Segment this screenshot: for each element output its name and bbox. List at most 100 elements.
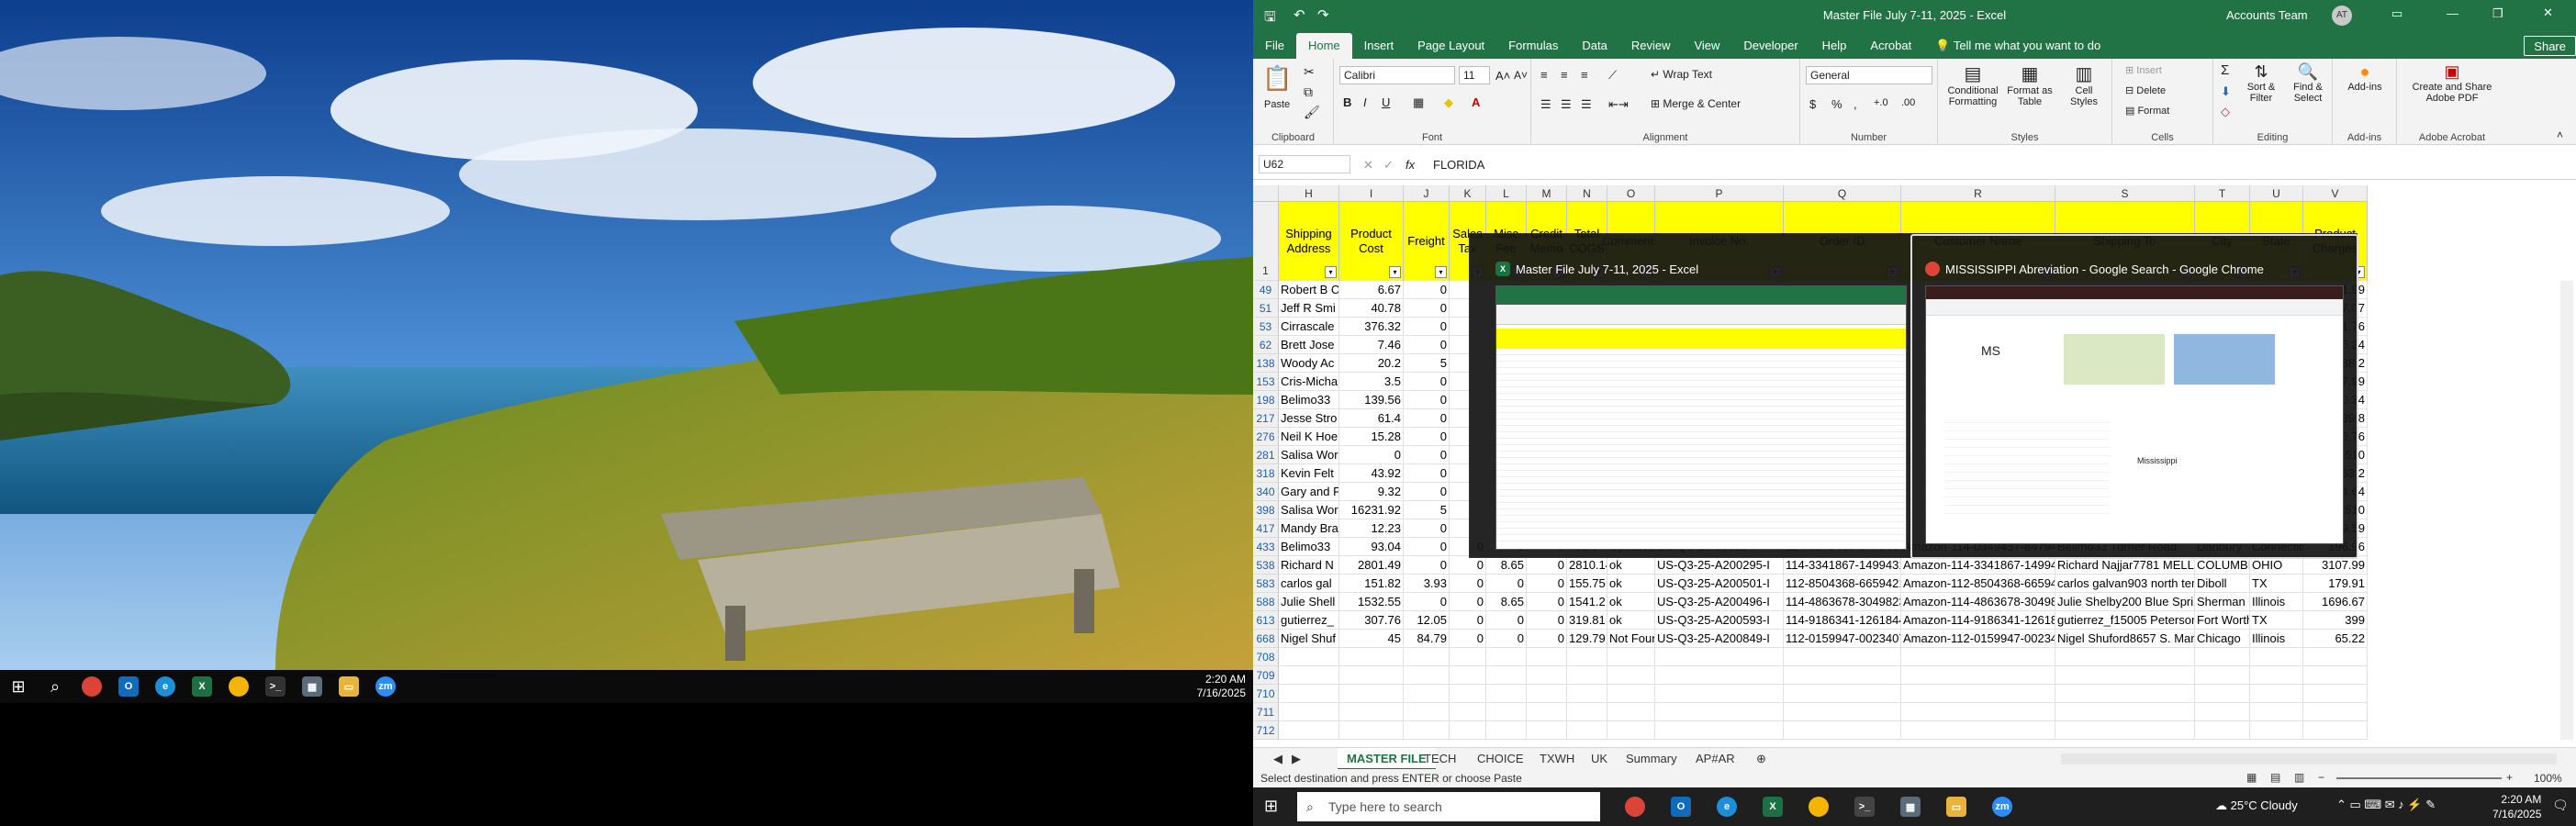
tab-page-layout[interactable]: Page Layout: [1406, 33, 1496, 59]
account-name[interactable]: Accounts Team: [2226, 8, 2308, 22]
table-cell[interactable]: 0: [1404, 464, 1450, 483]
table-cell[interactable]: [2250, 648, 2303, 666]
table-cell[interactable]: [1655, 666, 1784, 685]
align-bottom-icon[interactable]: ≡: [1581, 68, 1588, 82]
edge-icon[interactable]: e: [147, 670, 184, 703]
table-cell[interactable]: Salisa Wor: [1279, 446, 1339, 464]
table-cell[interactable]: 16231.92: [1339, 501, 1404, 519]
table-cell[interactable]: 0: [1450, 611, 1486, 630]
right-clock[interactable]: 2:20 AM 7/16/2025: [2492, 792, 2541, 821]
row-header[interactable]: 138: [1253, 354, 1279, 373]
table-cell[interactable]: 129.79: [1567, 630, 1607, 648]
table-cell[interactable]: US-Q3-25-A200593-I: [1655, 611, 1784, 630]
table-cell[interactable]: Amazon-112-8504368-6659421: [1901, 575, 2055, 593]
enter-icon[interactable]: ✓: [1383, 158, 1394, 173]
zoom-slider[interactable]: [2336, 777, 2502, 779]
table-cell[interactable]: [1450, 703, 1486, 721]
terminal-icon[interactable]: >_: [1854, 797, 1875, 817]
format-as-table-button[interactable]: ▦ Format as Table: [2004, 62, 2055, 107]
table-cell[interactable]: [1901, 666, 2055, 685]
table-cell[interactable]: [1655, 648, 1784, 666]
tab-formulas[interactable]: Formulas: [1496, 33, 1570, 59]
table-cell[interactable]: 6.67: [1339, 281, 1404, 299]
table-cell[interactable]: [1567, 721, 1607, 740]
sheet-tab[interactable]: TXWH: [1530, 748, 1584, 770]
paste-button[interactable]: Paste: [1264, 99, 1290, 110]
table-cell[interactable]: carlos gal: [1279, 575, 1339, 593]
table-cell[interactable]: [1486, 685, 1527, 703]
wrap-text-button[interactable]: ↵ Wrap Text: [1651, 68, 1712, 81]
table-cell[interactable]: Amazon-114-4863678-3049823: [1901, 593, 2055, 611]
file-explorer-icon[interactable]: ▭: [1946, 797, 1966, 817]
table-cell[interactable]: Belimo33: [1279, 391, 1339, 409]
table-cell[interactable]: 139.56: [1339, 391, 1404, 409]
table-cell[interactable]: 0: [1339, 446, 1404, 464]
table-cell[interactable]: Chicago: [2195, 630, 2250, 648]
table-cell[interactable]: [1450, 685, 1486, 703]
table-cell[interactable]: Nigel Shuford8657 S. Marquette: [2055, 630, 2195, 648]
table-cell[interactable]: [2055, 685, 2195, 703]
row-header[interactable]: 711: [1253, 703, 1279, 721]
table-cell[interactable]: Robert B C: [1279, 281, 1339, 299]
row-header[interactable]: 49: [1253, 281, 1279, 299]
normal-view-icon[interactable]: ▦: [2246, 771, 2257, 784]
table-cell[interactable]: 114-9186341-1261844: [1784, 611, 1901, 630]
switch-chrome-title[interactable]: MISSISSIPPI Abreviation - Google Search …: [1925, 262, 2264, 276]
fill-icon[interactable]: ⬇: [2221, 84, 2231, 99]
column-header[interactable]: P: [1655, 185, 1784, 202]
table-cell[interactable]: 0: [1450, 630, 1486, 648]
table-cell[interactable]: 2801.49: [1339, 556, 1404, 575]
sheet-tab[interactable]: AP#AR: [1686, 748, 1744, 770]
row-header[interactable]: 708: [1253, 648, 1279, 666]
table-cell[interactable]: US-Q3-25-A200295-I: [1655, 556, 1784, 575]
tab-data[interactable]: Data: [1570, 33, 1618, 59]
cell-styles-button[interactable]: ▥ Cell Styles: [2061, 62, 2107, 107]
table-cell[interactable]: 43.92: [1339, 464, 1404, 483]
table-cell[interactable]: Belimo33: [1279, 538, 1339, 556]
table-cell[interactable]: 7.46: [1339, 336, 1404, 354]
vertical-scrollbar[interactable]: [2560, 281, 2573, 740]
table-cell[interactable]: 3.93: [1404, 575, 1450, 593]
avatar[interactable]: AT: [2332, 6, 2352, 26]
table-cell[interactable]: 179.91: [2303, 575, 2368, 593]
windows-icon[interactable]: ⊞: [1264, 797, 1278, 816]
table-cell[interactable]: 1696.67: [2303, 593, 2368, 611]
autosum-icon[interactable]: Σ: [2221, 62, 2229, 78]
tab-developer[interactable]: Developer: [1731, 33, 1809, 59]
table-cell[interactable]: 20.2: [1339, 354, 1404, 373]
table-cell[interactable]: 114-3341867-1499431: [1784, 556, 1901, 575]
table-cell[interactable]: 5: [1404, 501, 1450, 519]
table-cell[interactable]: 12.05: [1404, 611, 1450, 630]
table-cell[interactable]: Salisa Wor: [1279, 501, 1339, 519]
table-cell[interactable]: 0: [1404, 373, 1450, 391]
shrink-font-icon[interactable]: A˅: [1514, 69, 1528, 82]
row-header[interactable]: 433: [1253, 538, 1279, 556]
file-explorer-icon[interactable]: ▭: [330, 670, 367, 703]
table-cell[interactable]: Cirrascale: [1279, 318, 1339, 336]
table-cell[interactable]: [2195, 666, 2250, 685]
table-cell[interactable]: [1404, 685, 1450, 703]
table-cell[interactable]: [1404, 703, 1450, 721]
row-header[interactable]: 1: [1253, 202, 1279, 281]
calculator-icon[interactable]: ▦: [1900, 797, 1921, 817]
tab-help[interactable]: Help: [1810, 33, 1859, 59]
increase-decimal-icon[interactable]: +.0: [1874, 97, 1888, 108]
filter-dropdown-icon[interactable]: ▾: [1389, 266, 1401, 278]
table-cell[interactable]: 112-0159947-0023407: [1784, 630, 1901, 648]
table-cell[interactable]: [1784, 703, 1901, 721]
table-cell[interactable]: US-Q3-25-A200501-I: [1655, 575, 1784, 593]
table-cell[interactable]: Nigel Shuf: [1279, 630, 1339, 648]
row-header[interactable]: 398: [1253, 501, 1279, 519]
outlook-icon[interactable]: O: [110, 670, 147, 703]
column-header[interactable]: S: [2055, 185, 2195, 202]
row-header[interactable]: 276: [1253, 428, 1279, 446]
table-cell[interactable]: [1279, 648, 1339, 666]
table-cell[interactable]: 40.78: [1339, 299, 1404, 318]
table-cell[interactable]: [1279, 703, 1339, 721]
table-cell[interactable]: [1527, 703, 1567, 721]
table-cell[interactable]: 0: [1404, 483, 1450, 501]
table-cell[interactable]: [2250, 666, 2303, 685]
table-cell[interactable]: 0: [1450, 593, 1486, 611]
sheet-tab[interactable]: Summary: [1617, 748, 1686, 770]
table-cell[interactable]: Illinois: [2250, 593, 2303, 611]
